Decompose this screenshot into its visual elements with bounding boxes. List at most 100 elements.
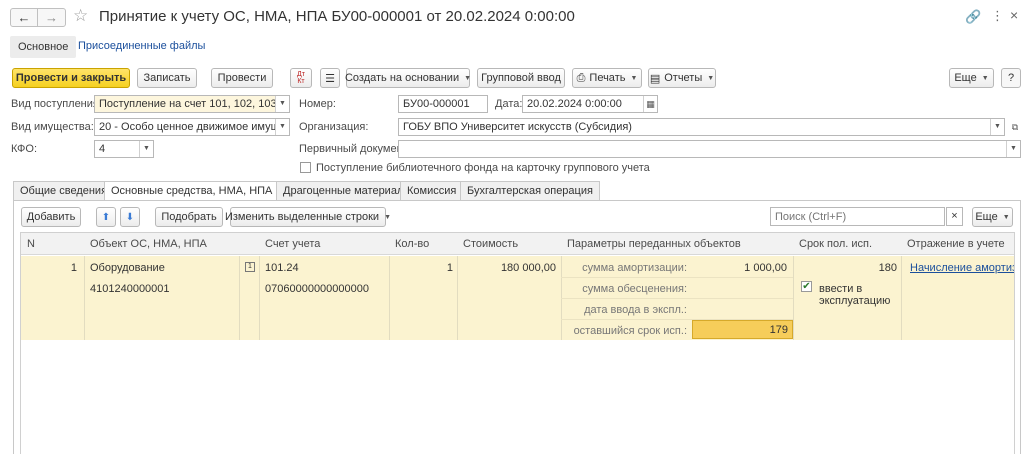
kfo-field[interactable]: 4 ▼ <box>94 140 154 158</box>
tab-fixed-assets[interactable]: Основные средства, НМА, НПА (1) <box>104 181 296 201</box>
commission-checkbox[interactable]: ✔ <box>801 281 812 292</box>
table-more-button[interactable]: Еще ▼ <box>972 207 1013 227</box>
group-input-button[interactable]: Групповой ввод <box>477 68 565 88</box>
tab-main[interactable]: Основное <box>10 36 77 58</box>
close-icon[interactable]: × <box>1010 7 1018 23</box>
library-fund-label: Поступление библиотечного фонда на карто… <box>316 162 650 174</box>
more-label: Еще <box>954 72 977 84</box>
chevron-down-icon[interactable]: ▼ <box>275 119 289 135</box>
tab-attached-files[interactable]: Присоединенные файлы <box>78 40 205 52</box>
number-label: Номер: <box>299 98 336 110</box>
column-divider <box>239 256 240 340</box>
nav-back-forward: ← → <box>10 8 66 27</box>
receipt-type-value: Поступление на счет 101, 102, 103, 111. <box>99 98 290 110</box>
chevron-down-icon: ▼ <box>1002 213 1010 221</box>
back-arrow-icon[interactable]: ← <box>11 9 39 26</box>
report-icon: ▤ <box>649 72 661 85</box>
save-button[interactable]: Записать <box>137 68 197 88</box>
chevron-down-icon: ▼ <box>464 74 472 82</box>
chevron-down-icon[interactable]: ▼ <box>275 96 289 112</box>
property-type-value: 20 - Особо ценное движимое имуществ <box>99 121 290 133</box>
organization-field[interactable]: ГОБУ ВПО Университет искусств (Субсидия)… <box>398 118 1005 136</box>
chevron-down-icon: ▼ <box>981 74 989 82</box>
col-header-params[interactable]: Параметры переданных объектов <box>561 233 793 255</box>
tab-precious-materials[interactable]: Драгоценные материалы <box>276 181 419 200</box>
list-icon: ☰ <box>325 72 335 85</box>
useful-life-value[interactable]: 180 <box>793 262 897 274</box>
chevron-down-icon[interactable]: ▼ <box>139 141 153 157</box>
row-account[interactable]: 101.24 <box>265 262 299 274</box>
row-account-code: 07060000000000000 <box>265 283 370 295</box>
help-button[interactable]: ? <box>1001 68 1021 88</box>
reports-button[interactable]: ▤ Отчеты ▼ <box>648 68 716 88</box>
print-button[interactable]: ⎙ Печать ▼ <box>572 68 642 88</box>
change-selected-rows-button[interactable]: Изменить выделенные строки ▼ <box>225 207 391 227</box>
receipt-type-label: Вид поступления: <box>11 98 102 110</box>
date-field[interactable]: 20.02.2024 0:00:00 ▦ <box>522 95 658 113</box>
kfo-value: 4 <box>99 143 106 155</box>
chevron-down-icon: ▼ <box>384 213 392 221</box>
link-icon[interactable]: 🔗 <box>965 9 981 25</box>
arrow-down-icon: ⬇ <box>125 211 135 223</box>
more-vertical-icon[interactable]: ⋮ <box>991 8 1004 24</box>
chevron-down-icon: ▼ <box>630 74 638 82</box>
open-object-icon[interactable]: 1 <box>245 262 255 272</box>
dt-kt-button[interactable]: Дт Кт <box>290 68 312 88</box>
reports-label: Отчеты <box>664 72 703 84</box>
chevron-down-icon[interactable]: ▼ <box>990 119 1004 135</box>
column-divider <box>901 256 902 340</box>
number-value: БУ00-000001 <box>403 98 470 110</box>
commission-date-label: дата ввода в экспл.: <box>584 304 687 316</box>
col-header-reflection[interactable]: Отражение в учете <box>901 233 1014 255</box>
row-number: 1 <box>70 262 77 274</box>
change-selected-label: Изменить выделенные строки <box>224 211 380 223</box>
printer-icon: ⎙ <box>576 71 586 84</box>
open-organization-icon[interactable]: ⧉ <box>1007 118 1023 136</box>
favorite-star-icon[interactable]: ☆ <box>73 6 88 26</box>
remaining-life-label: оставшийся срок исп.: <box>573 325 687 337</box>
date-value: 20.02.2024 0:00:00 <box>527 98 622 110</box>
library-fund-checkbox[interactable] <box>300 162 311 173</box>
post-button[interactable]: Провести <box>211 68 273 88</box>
kfo-label: КФО: <box>11 143 38 155</box>
add-button[interactable]: Добавить <box>21 207 81 227</box>
property-type-field[interactable]: 20 - Особо ценное движимое имуществ ▼ <box>94 118 290 136</box>
calendar-icon[interactable]: ▦ <box>643 96 657 112</box>
params-divider <box>561 298 793 299</box>
number-field[interactable]: БУ00-000001 <box>398 95 488 113</box>
remaining-life-field[interactable]: 179 <box>692 320 793 339</box>
select-button[interactable]: Подобрать <box>155 207 223 227</box>
col-header-object[interactable]: Объект ОС, НМА, НПА <box>84 233 259 255</box>
chevron-down-icon[interactable]: ▼ <box>1006 141 1020 157</box>
row-object-code: 4101240000001 <box>90 283 170 295</box>
organization-label: Организация: <box>299 121 369 133</box>
reflection-link[interactable]: Начисление амортизации <box>910 262 1014 274</box>
tab-general-info[interactable]: Общие сведения <box>13 181 115 200</box>
primary-document-field[interactable]: ▼ <box>398 140 1021 158</box>
property-type-label: Вид имущества: <box>11 121 94 133</box>
search-input[interactable] <box>770 207 945 226</box>
more-button[interactable]: Еще ▼ <box>949 68 994 88</box>
row-object[interactable]: Оборудование <box>90 262 165 274</box>
forward-arrow-icon[interactable]: → <box>38 9 65 26</box>
move-up-button[interactable]: ⬆ <box>96 207 116 227</box>
post-and-close-button[interactable]: Провести и закрыть <box>12 68 130 88</box>
tab-commission[interactable]: Комиссия <box>400 181 464 200</box>
date-label: Дата: <box>495 98 523 110</box>
row-cost[interactable]: 180 000,00 <box>457 262 556 274</box>
receipt-type-field[interactable]: Поступление на счет 101, 102, 103, 111. … <box>94 95 290 113</box>
col-header-account[interactable]: Счет учета <box>259 233 389 255</box>
amortization-value[interactable]: 1 000,00 <box>692 262 787 274</box>
clear-search-icon[interactable]: × <box>946 207 963 226</box>
create-based-on-button[interactable]: Создать на основании ▼ <box>345 68 472 88</box>
col-header-n[interactable]: N <box>21 233 83 255</box>
col-header-qty[interactable]: Кол-во <box>389 233 457 255</box>
commission-checkbox-label: ввести в эксплуатацию <box>819 283 891 307</box>
col-header-useful-life[interactable]: Срок пол. исп. <box>793 233 901 255</box>
row-qty[interactable]: 1 <box>389 262 453 274</box>
impairment-label: сумма обесценения: <box>582 283 687 295</box>
structure-button[interactable]: ☰ <box>320 68 340 88</box>
col-header-cost[interactable]: Стоимость <box>457 233 561 255</box>
move-down-button[interactable]: ⬇ <box>120 207 140 227</box>
tab-accounting-operation[interactable]: Бухгалтерская операция <box>460 181 600 200</box>
